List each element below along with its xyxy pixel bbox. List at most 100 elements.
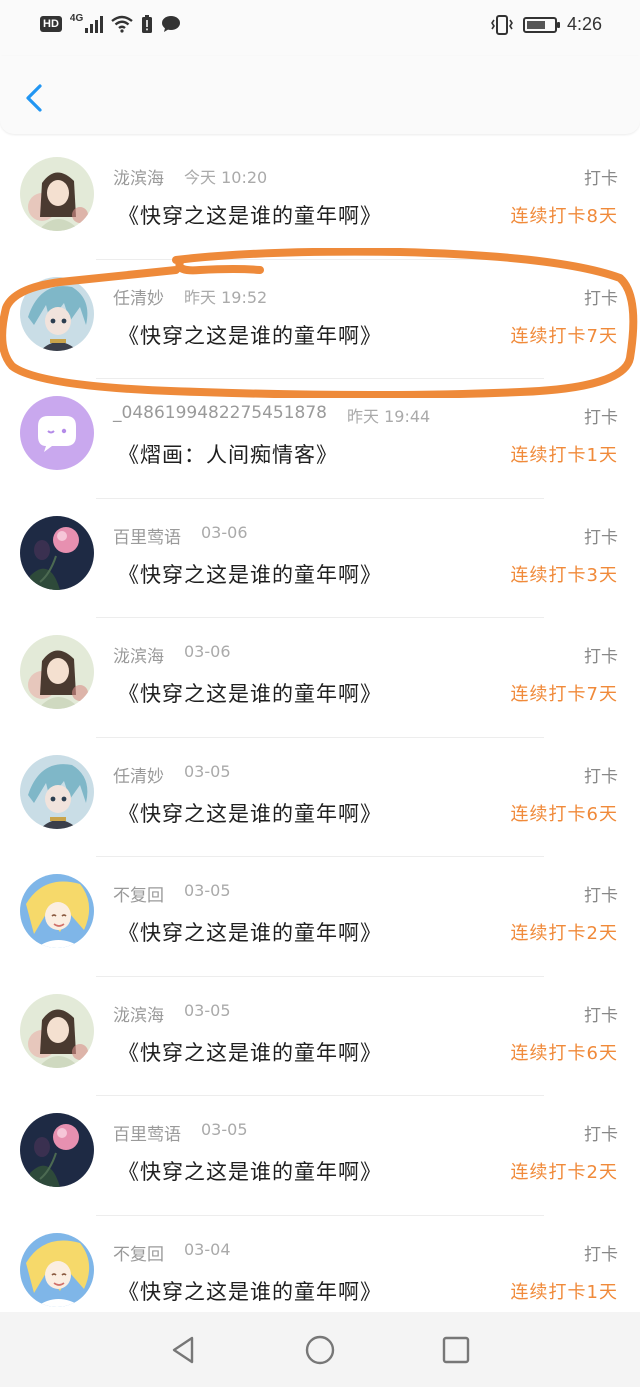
record-type: 打卡 [584, 169, 618, 189]
username[interactable]: 任清妙 [113, 284, 164, 309]
home-circle-icon [305, 1335, 335, 1365]
avatar[interactable] [20, 874, 94, 948]
battery-icon [522, 16, 560, 33]
timestamp: 03-04 [184, 1239, 231, 1259]
vibrate-icon [490, 14, 513, 35]
timestamp: 03-05 [184, 881, 231, 900]
record-type: 打卡 [584, 1125, 618, 1145]
system-nav-bar [0, 1312, 640, 1387]
clock: 4:26 [566, 14, 602, 34]
record-type: 打卡 [584, 1005, 618, 1026]
avatar[interactable] [20, 396, 94, 470]
timestamp: 03-05 [201, 1120, 248, 1139]
battery-alert-icon [142, 15, 153, 33]
back-button[interactable] [18, 78, 54, 118]
item-meta: _0486199482275451878 昨天 19:44 [113, 403, 430, 427]
signal-icon [85, 15, 104, 33]
streak-count: 连续打卡1天 [510, 445, 618, 466]
username[interactable]: 泷滨海 [113, 642, 164, 667]
item-meta: 任清妙 03-05 [113, 762, 231, 787]
item-meta: 百里莺语 03-06 [113, 523, 248, 548]
timestamp: 昨天 19:44 [347, 407, 431, 426]
list-item[interactable]: 任清妙 03-05 《快穿之这是谁的童年啊》 打卡 连续打卡6天 [0, 738, 640, 857]
list-item[interactable]: 不复回 03-05 《快穿之这是谁的童年啊》 打卡 连续打卡2天 [0, 857, 640, 977]
record-type: 打卡 [584, 1244, 618, 1265]
list-item[interactable]: _0486199482275451878 昨天 19:44 《熠画：人间痴情客》… [0, 379, 640, 499]
hd-icon: HD [40, 16, 62, 32]
avatar[interactable] [20, 1232, 94, 1307]
streak-count: 连续打卡8天 [510, 206, 618, 227]
timestamp: 03-06 [184, 642, 231, 661]
book-title[interactable]: 《熠画：人间痴情客》 [118, 439, 338, 469]
nav-recents-button[interactable] [438, 1332, 474, 1368]
streak-count: 连续打卡6天 [510, 803, 618, 825]
timestamp: 昨天 19:52 [184, 287, 268, 307]
timestamp: 今天 10:20 [184, 168, 268, 187]
item-meta: 百里莺语 03-05 [113, 1120, 248, 1145]
avatar[interactable] [20, 157, 94, 231]
recents-square-icon [442, 1336, 470, 1364]
username[interactable]: 不复回 [113, 1240, 164, 1265]
avatar[interactable] [20, 276, 94, 351]
streak-count: 连续打卡3天 [510, 564, 618, 586]
username[interactable]: _0486199482275451878 [113, 403, 327, 427]
username[interactable]: 百里莺语 [113, 523, 181, 548]
timestamp: 03-06 [201, 522, 248, 542]
timestamp: 03-05 [184, 761, 231, 781]
streak-count: 连续打卡1天 [510, 1281, 618, 1303]
streak-count: 连续打卡2天 [510, 923, 618, 944]
streak-count: 连续打卡6天 [510, 1042, 618, 1064]
list-item[interactable]: 百里莺语 03-05 《快穿之这是谁的童年啊》 打卡 连续打卡2天 [0, 1096, 640, 1216]
book-title[interactable]: 《快穿之这是谁的童年啊》 [118, 798, 382, 828]
username[interactable]: 百里莺语 [113, 1120, 181, 1145]
book-title[interactable]: 《快穿之这是谁的童年啊》 [118, 1276, 382, 1306]
list-item[interactable]: 任清妙 昨天 19:52 《快穿之这是谁的童年啊》 打卡 连续打卡7天 [0, 260, 640, 379]
streak-count: 连续打卡2天 [510, 1162, 618, 1183]
item-meta: 任清妙 昨天 19:52 [113, 284, 267, 309]
book-title[interactable]: 《快穿之这是谁的童年啊》 [118, 917, 382, 947]
top-bar [0, 56, 640, 134]
book-title[interactable]: 《快穿之这是谁的童年啊》 [118, 1037, 382, 1067]
chevron-left-icon [26, 84, 42, 112]
username[interactable]: 任清妙 [113, 762, 164, 787]
book-title[interactable]: 《快穿之这是谁的童年啊》 [118, 200, 382, 230]
record-type: 打卡 [584, 408, 618, 428]
record-type: 打卡 [584, 288, 618, 309]
avatar[interactable] [20, 1113, 94, 1187]
book-title[interactable]: 《快穿之这是谁的童年啊》 [118, 1156, 382, 1186]
network-type: 4G [69, 12, 84, 24]
avatar[interactable] [20, 754, 94, 829]
item-meta: 不复回 03-04 [113, 1240, 231, 1265]
record-type: 打卡 [584, 647, 618, 667]
username[interactable]: 不复回 [113, 881, 164, 906]
book-title[interactable]: 《快穿之这是谁的童年啊》 [118, 678, 382, 708]
list-item[interactable]: 泷滨海 03-05 《快穿之这是谁的童年啊》 打卡 连续打卡6天 [0, 977, 640, 1096]
streak-count: 连续打卡7天 [510, 684, 618, 705]
item-meta: 泷滨海 03-06 [113, 642, 231, 667]
list-item[interactable]: 百里莺语 03-06 《快穿之这是谁的童年啊》 打卡 连续打卡3天 [0, 499, 640, 618]
record-type: 打卡 [584, 766, 618, 787]
item-meta: 不复回 03-05 [113, 881, 231, 906]
book-title[interactable]: 《快穿之这是谁的童年啊》 [118, 320, 382, 350]
record-type: 打卡 [584, 527, 618, 548]
message-icon [162, 16, 181, 32]
book-title[interactable]: 《快穿之这是谁的童年啊》 [118, 559, 382, 589]
chat-bubble-icon [20, 396, 94, 470]
avatar[interactable] [20, 635, 94, 709]
nav-home-button[interactable] [302, 1332, 338, 1368]
nav-back-button[interactable] [166, 1332, 202, 1368]
status-bar: HD 4G 4:26 [0, 0, 640, 56]
wifi-icon [111, 15, 133, 33]
item-meta: 泷滨海 03-05 [113, 1001, 231, 1026]
list-item[interactable]: 泷滨海 03-06 《快穿之这是谁的童年啊》 打卡 连续打卡7天 [0, 618, 640, 738]
list-item[interactable]: 泷滨海 今天 10:20 《快穿之这是谁的童年啊》 打卡 连续打卡8天 [0, 140, 640, 260]
record-type: 打卡 [584, 886, 618, 906]
avatar[interactable] [20, 515, 94, 590]
back-triangle-icon [172, 1336, 194, 1364]
username[interactable]: 泷滨海 [113, 1001, 164, 1026]
checkin-list: 泷滨海 今天 10:20 《快穿之这是谁的童年啊》 打卡 连续打卡8天 任清妙 … [0, 140, 640, 1335]
avatar[interactable] [20, 993, 94, 1068]
timestamp: 03-05 [184, 1000, 231, 1020]
streak-count: 连续打卡7天 [510, 325, 618, 347]
username[interactable]: 泷滨海 [113, 164, 164, 189]
